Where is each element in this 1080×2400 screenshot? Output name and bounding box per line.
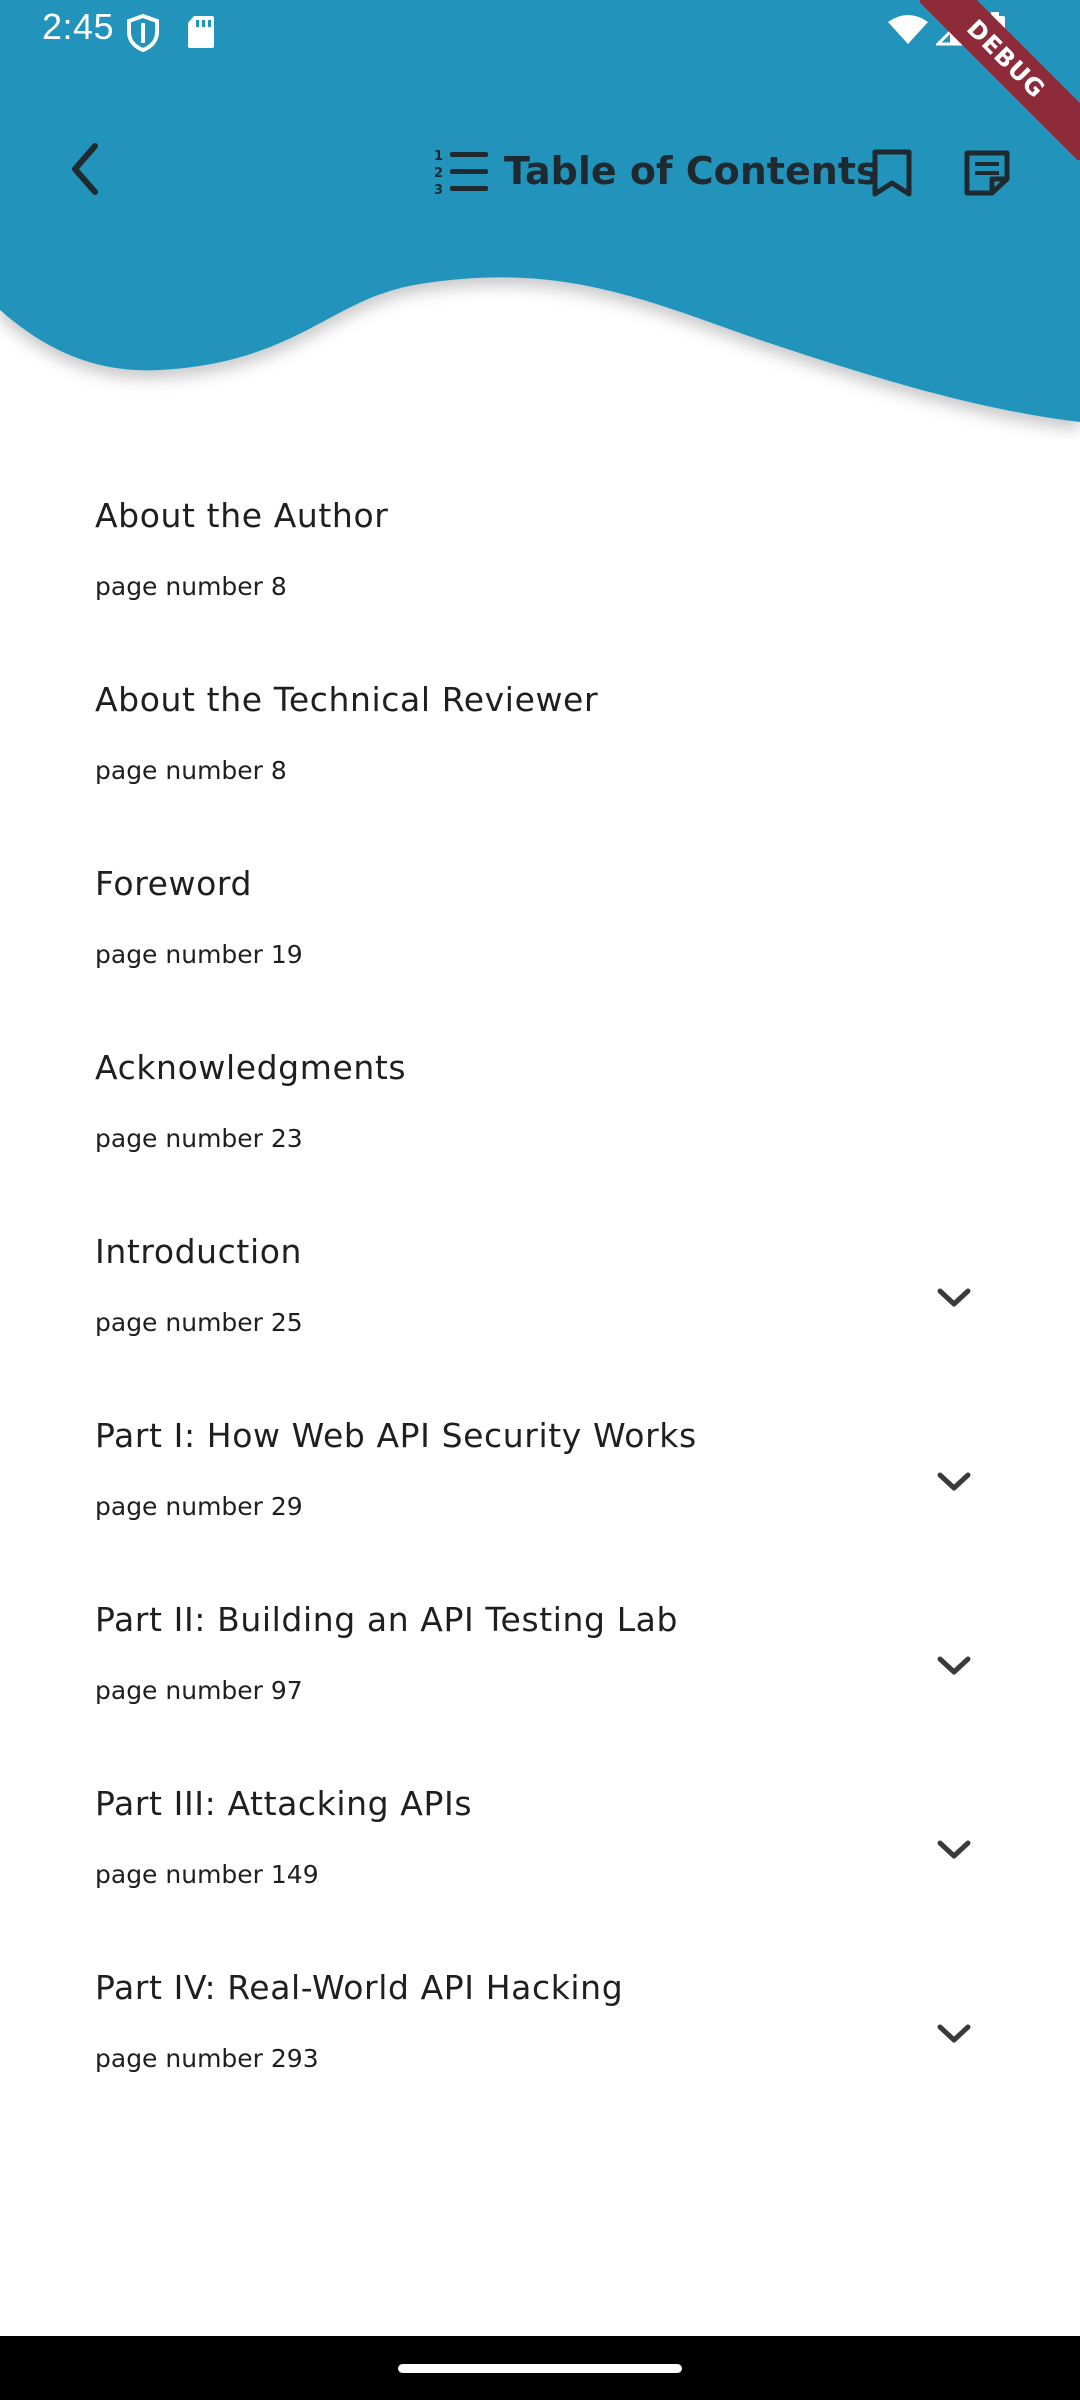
list-item[interactable]: Part IV: Real-World API Hacking page num… [0, 1944, 1080, 2128]
home-indicator[interactable] [398, 2364, 682, 2373]
debug-banner: DEBUG [920, 0, 1080, 160]
chevron-down-icon [937, 2024, 971, 2043]
svg-text:1: 1 [434, 149, 443, 164]
expand-button[interactable] [924, 1268, 984, 1328]
toc-item-title: Part III: Attacking APIs [95, 1784, 473, 1823]
svg-text:3: 3 [434, 183, 443, 198]
list-item[interactable]: Foreword page number 19 [0, 840, 1080, 1024]
toc-item-title: Introduction [95, 1232, 303, 1271]
toc-item-page: page number 8 [95, 572, 287, 601]
back-button[interactable] [50, 134, 120, 204]
expand-button[interactable] [924, 1820, 984, 1880]
list-item[interactable]: Part II: Building an API Testing Lab pag… [0, 1576, 1080, 1760]
toc-list: About the Author page number 8 About the… [0, 472, 1080, 2128]
toc-item-title: Foreword [95, 864, 253, 903]
toc-item-title: Part I: How Web API Security Works [95, 1416, 697, 1455]
chevron-down-icon [937, 1656, 971, 1675]
toc-item-title: Part II: Building an API Testing Lab [95, 1600, 679, 1639]
chevron-down-icon [937, 1288, 971, 1307]
debug-label: DEBUG [920, 0, 1080, 160]
list-item[interactable]: Introduction page number 25 [0, 1208, 1080, 1392]
toc-item-page: page number 97 [95, 1676, 303, 1705]
list-item[interactable]: About the Author page number 8 [0, 472, 1080, 656]
back-icon [72, 143, 98, 195]
list-item[interactable]: Part I: How Web API Security Works page … [0, 1392, 1080, 1576]
toc-item-page: page number 8 [95, 756, 287, 785]
toc-item-title: About the Technical Reviewer [95, 680, 599, 719]
shield-icon [127, 14, 159, 52]
toc-item-title: About the Author [95, 496, 389, 535]
chevron-down-icon [937, 1840, 971, 1859]
list-item[interactable]: Acknowledgments page number 23 [0, 1024, 1080, 1208]
svg-text:2: 2 [434, 166, 443, 181]
page-title-text: Table of Contents [504, 149, 879, 193]
toc-item-page: page number 149 [95, 1860, 319, 1889]
notes-icon [964, 150, 1010, 196]
list-item[interactable]: About the Technical Reviewer page number… [0, 656, 1080, 840]
page-title: 1 2 3 Table of Contents [432, 136, 879, 206]
toc-item-page: page number 23 [95, 1124, 303, 1153]
chevron-down-icon [937, 1472, 971, 1491]
notes-button[interactable] [952, 138, 1022, 208]
bookmark-button[interactable] [862, 138, 922, 208]
toc-item-page: page number 25 [95, 1308, 303, 1337]
status-bar: 2:45 [0, 0, 1080, 64]
toc-item-title: Part IV: Real-World API Hacking [95, 1968, 624, 2007]
expand-button[interactable] [924, 2004, 984, 2064]
sd-card-icon [188, 16, 214, 48]
toc-item-page: page number 29 [95, 1492, 303, 1521]
expand-button[interactable] [924, 1636, 984, 1696]
list-item[interactable]: Part III: Attacking APIs page number 149 [0, 1760, 1080, 1944]
toc-item-page: page number 19 [95, 940, 303, 969]
numbered-list-icon: 1 2 3 [434, 149, 488, 198]
bookmark-icon [872, 149, 912, 197]
toc-item-page: page number 293 [95, 2044, 319, 2073]
expand-button[interactable] [924, 1452, 984, 1512]
header-wave-background [0, 0, 1080, 422]
status-time: 2:45 [42, 6, 115, 47]
toc-item-title: Acknowledgments [95, 1048, 407, 1087]
